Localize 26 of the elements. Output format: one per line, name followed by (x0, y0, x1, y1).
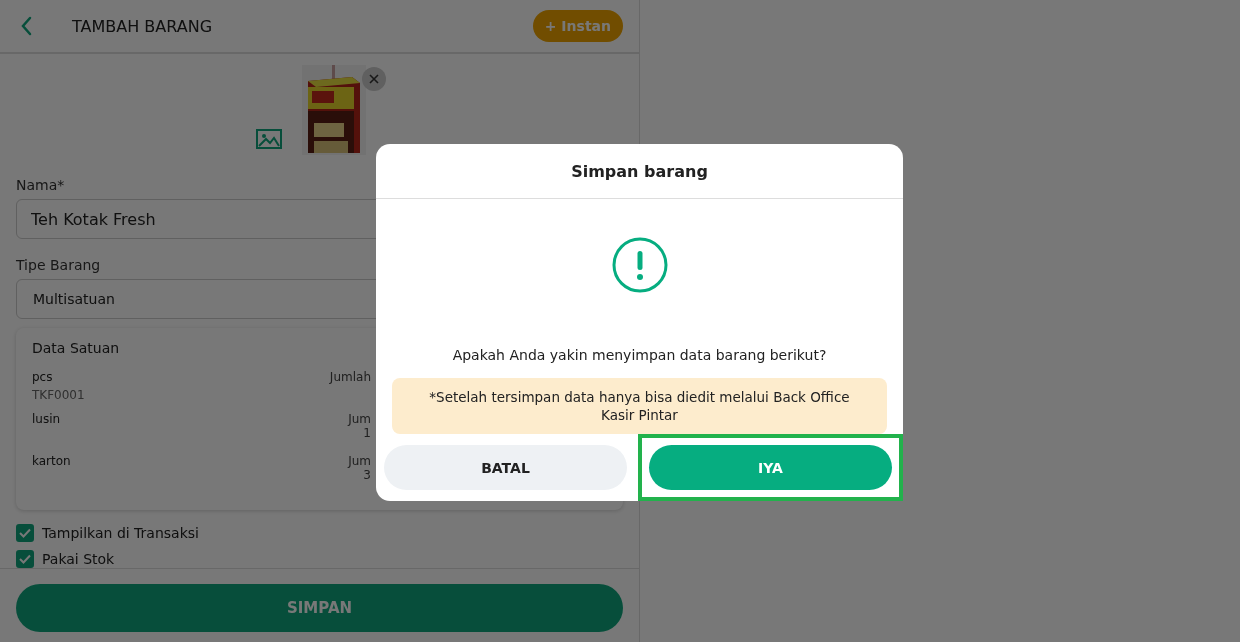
field-label: Nama* (16, 177, 66, 194)
unit-name: pcs (32, 370, 54, 385)
unit-value: Jumlah (329, 370, 371, 385)
card-title: Data Satuan (32, 340, 120, 357)
unit-value: Jum (348, 454, 371, 469)
unit-value: 3 (363, 468, 371, 483)
dialog-title: Simpan barang (571, 161, 708, 181)
warning-note: *Setelah tersimpan data hanya bisa diedit melalui Back Office Kasir Pintar (392, 378, 887, 434)
page-title: TAMBAH BARANG (72, 16, 214, 36)
unit-name: lusin (32, 412, 62, 427)
image-icon[interactable] (255, 129, 282, 150)
dialog-message: Apakah Anda yakin menyimpan data barang berikut? (452, 347, 827, 363)
unit-value: Jum (348, 412, 371, 427)
unit-code: TKF0001 (32, 388, 86, 403)
warning-icon (611, 237, 668, 293)
checkbox[interactable] (16, 550, 34, 569)
back-arrow-icon[interactable] (20, 16, 32, 36)
checkbox-label: Pakai Stok (42, 551, 115, 568)
checkbox[interactable] (16, 524, 34, 543)
field-label: Tipe Barang (16, 257, 102, 274)
cancel-button[interactable]: BATAL (384, 445, 627, 490)
checkbox-label: Tampilkan di Transaksi (42, 525, 199, 542)
unit-value: 1 (363, 426, 371, 441)
confirm-button[interactable]: IYA (649, 445, 892, 490)
save-button[interactable]: SIMPAN (16, 584, 623, 633)
unit-name: karton (32, 454, 72, 469)
